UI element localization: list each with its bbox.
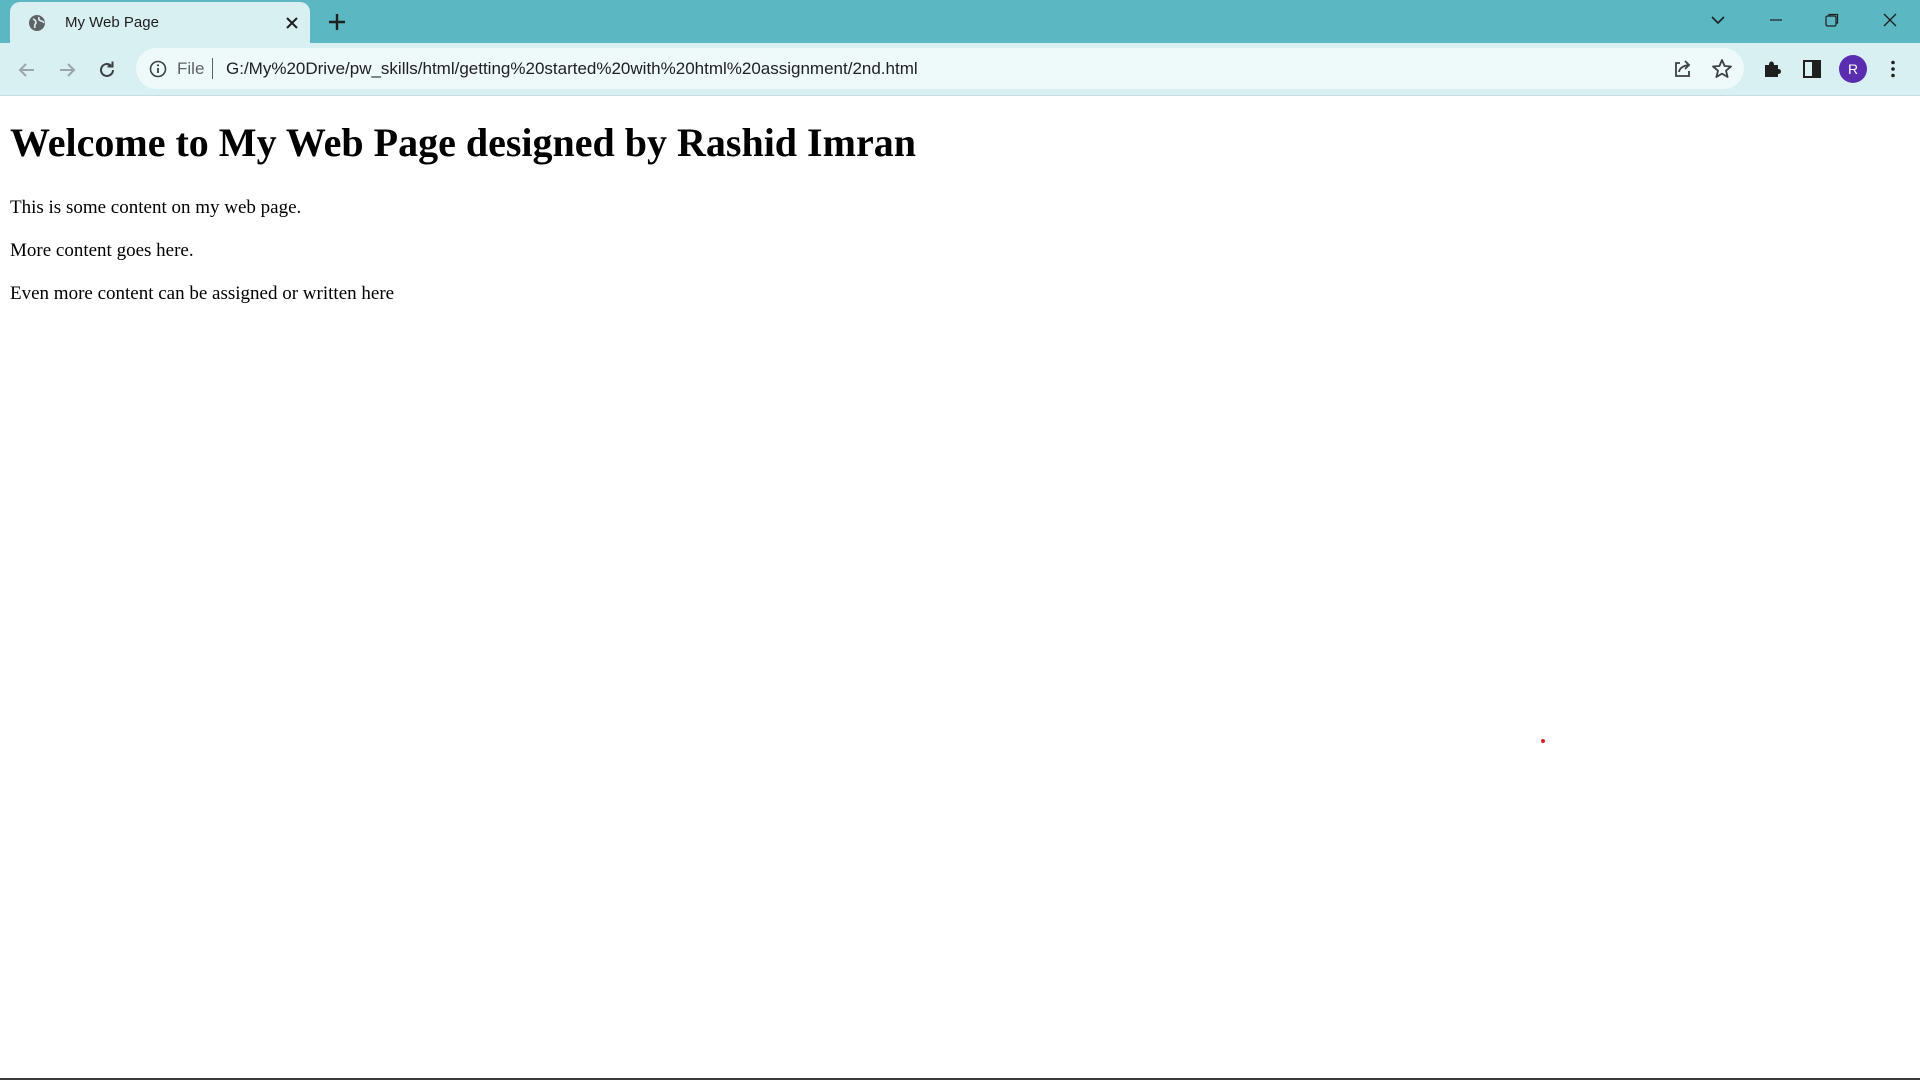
side-panel-icon [1803,60,1821,78]
forward-button[interactable] [52,55,82,85]
site-scheme-label: File [177,59,205,78]
tab-title: My Web Page [65,14,159,31]
profile-avatar[interactable]: R [1839,55,1867,83]
arrow-right-icon [60,63,76,77]
page-heading: Welcome to My Web Page designed by Rashi… [10,120,916,165]
browser-menu-button[interactable] [1880,56,1906,82]
restore-icon [1825,13,1839,27]
close-window-button[interactable] [1862,0,1918,40]
restore-button[interactable] [1804,0,1860,40]
puzzle-icon [1765,61,1781,77]
divider [212,58,213,79]
share-icon[interactable] [1670,57,1694,81]
pointer-dot [1541,739,1545,743]
close-tab-icon[interactable] [282,13,302,33]
info-icon[interactable] [148,59,168,79]
page-content: Welcome to My Web Page designed by Rashi… [0,96,1920,1078]
browser-tab-active[interactable]: My Web Page [10,2,310,43]
extensions-button[interactable] [1759,56,1785,82]
browser-toolbar: File G:/My%20Drive/pw_skills/html/gettin… [0,43,1920,95]
content-paragraph: This is some content on my web page. [10,197,302,218]
globe-icon [29,15,45,31]
back-button[interactable] [12,55,42,85]
url-text[interactable]: G:/My%20Drive/pw_skills/html/getting%20s… [226,58,918,79]
content-paragraph: Even more content can be assigned or wri… [10,283,395,304]
reload-button[interactable] [92,55,122,85]
arrow-left-icon [18,63,34,77]
bookmark-star-icon[interactable] [1710,57,1734,81]
side-panel-button[interactable] [1799,56,1825,82]
browser-title-bar: My Web Page [0,0,1920,43]
minimize-icon [1770,19,1782,21]
reload-icon [100,61,114,77]
chevron-down-icon [1711,16,1725,25]
close-icon [1883,13,1897,27]
address-bar[interactable]: File G:/My%20Drive/pw_skills/html/gettin… [136,48,1744,89]
new-tab-icon[interactable] [325,10,349,34]
content-paragraph: More content goes here. [10,240,194,261]
kebab-menu-icon [1891,60,1895,78]
minimize-button[interactable] [1748,0,1804,40]
tab-search-button[interactable] [1690,0,1746,40]
